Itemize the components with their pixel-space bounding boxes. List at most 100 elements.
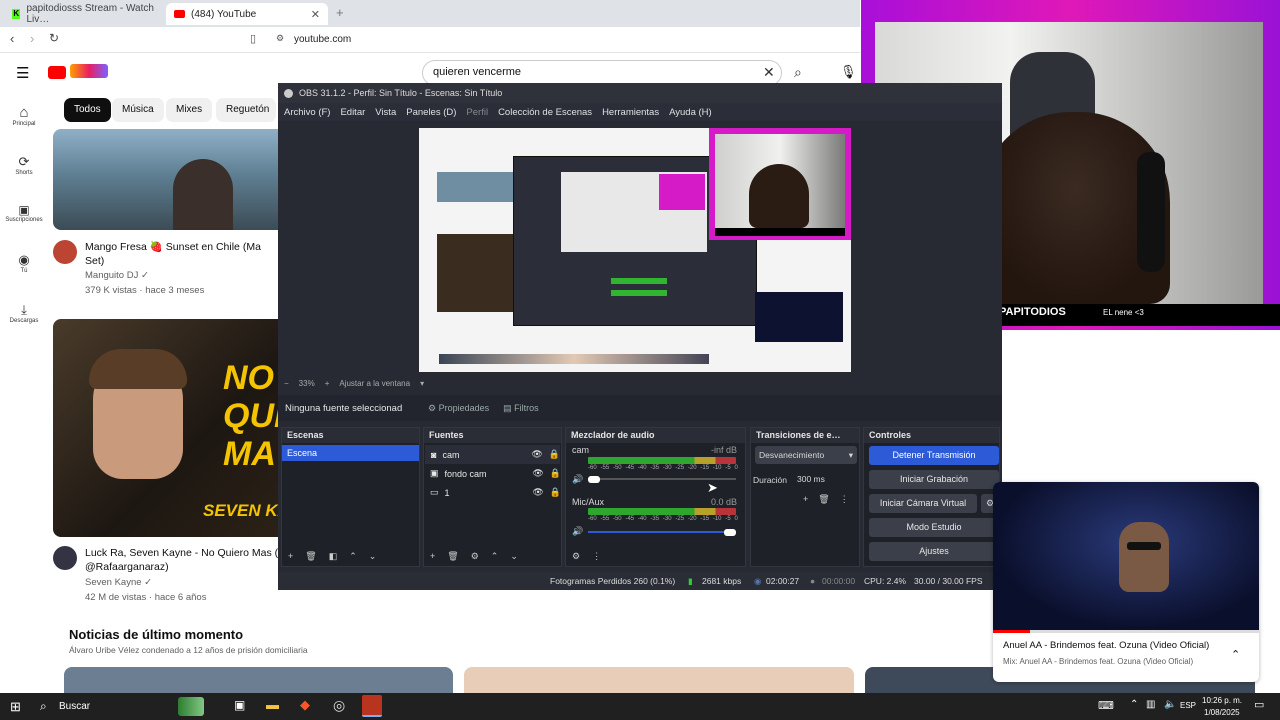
news-thumbnail[interactable] (64, 667, 453, 693)
chevron-up-icon[interactable]: ⌃ (1231, 648, 1240, 661)
up-icon[interactable]: ⌃ (491, 551, 499, 562)
source-item[interactable]: ▭ 1 👁 🔒 (424, 483, 561, 502)
windows-start-icon[interactable]: ⊞ (10, 699, 21, 715)
zoom-out-icon[interactable]: − (284, 379, 289, 388)
source-item[interactable]: ◙ cam 👁 🔒 (425, 445, 560, 464)
chip-todos[interactable]: Todos (64, 98, 111, 122)
notifications-icon[interactable]: ▭ (1254, 698, 1264, 711)
filters-button[interactable]: ▤ Filtros (503, 403, 539, 414)
fit-dropdown-icon[interactable]: ▾ (420, 379, 424, 388)
menu-archivo[interactable]: Archivo (F) (284, 107, 330, 118)
new-tab-icon[interactable]: + (336, 5, 344, 20)
menu-herramientas[interactable]: Herramientas (602, 107, 659, 118)
language-indicator[interactable]: ESP (1180, 701, 1196, 710)
video-title[interactable]: Luck Ra, Seven Kayne - No Quiero Mas (@R… (85, 546, 280, 574)
gear-icon[interactable]: ⚙ (471, 551, 479, 562)
up-icon[interactable]: ⌃ (349, 551, 357, 562)
video-title[interactable]: Mango Fresa 🍓 Sunset en Chile (Ma Set) (85, 240, 280, 268)
browser-tab-kick[interactable]: K papitodiosss Stream - Watch Liv… (4, 3, 164, 25)
network-icon[interactable]: ▥ (1146, 699, 1155, 710)
menu-vista[interactable]: Vista (375, 107, 396, 118)
brave-icon[interactable]: ◆ (300, 697, 310, 713)
trash-icon[interactable]: 🗑 (818, 494, 829, 505)
eye-icon[interactable]: 👁 (532, 487, 543, 498)
speaker-icon[interactable]: 🔊 (572, 526, 583, 537)
back-icon[interactable]: ‹ (10, 31, 14, 46)
more-icon[interactable]: ⋮ (840, 494, 849, 505)
url-field[interactable]: youtube.com (294, 34, 351, 45)
zoom-in-icon[interactable]: + (325, 379, 330, 388)
search-icon[interactable]: ⌕ (794, 64, 802, 81)
eye-icon[interactable]: 👁 (531, 449, 542, 460)
menu-editar[interactable]: Editar (340, 107, 365, 118)
sidebar-item-downloads[interactable]: ⤓ Descargas (0, 302, 48, 324)
video-thumbnail[interactable]: NOQUIEMA SEVEN KAYNE (53, 319, 278, 537)
search-icon[interactable]: ⌕ (40, 699, 47, 714)
transition-select[interactable]: Desvanecimiento ▾ (755, 446, 857, 464)
channel-avatar[interactable] (53, 240, 77, 264)
music-video[interactable] (993, 482, 1259, 630)
task-view-icon[interactable]: ▣ (234, 698, 245, 712)
sidebar-item-subscriptions[interactable]: ▣ Suscripciones (0, 203, 48, 223)
menu-paneles[interactable]: Paneles (D) (406, 107, 456, 118)
video-thumbnail[interactable] (53, 129, 278, 230)
channel-name[interactable]: Manguito DJ ✓ (85, 270, 149, 281)
reload-icon[interactable]: ↻ (49, 31, 59, 45)
bookmark-icon[interactable]: ▯ (250, 32, 256, 45)
virtual-camera-button[interactable]: Iniciar Cámara Virtual (869, 494, 977, 513)
obs-preview[interactable] (419, 128, 851, 372)
speaker-icon[interactable]: 🔊 (572, 474, 583, 485)
studio-mode-button[interactable]: Modo Estudio (869, 518, 999, 537)
taskbar-search[interactable]: Buscar (59, 701, 90, 712)
eye-icon[interactable]: 👁 (532, 468, 543, 479)
menu-ayuda[interactable]: Ayuda (H) (669, 107, 712, 118)
more-icon[interactable]: ⋮ (592, 551, 601, 562)
add-icon[interactable]: + (288, 551, 293, 562)
trash-icon[interactable]: 🗑 (447, 551, 458, 562)
trash-icon[interactable]: 🗑 (305, 551, 316, 562)
site-info-icon[interactable]: ⚙ (276, 33, 284, 44)
sidebar-item-shorts[interactable]: ⟳ Shorts (0, 154, 48, 176)
duration-field[interactable]: 300 ms (795, 471, 845, 488)
sidebar-item-you[interactable]: ◉ Tú (0, 252, 48, 274)
mic-icon[interactable]: 🎙 (840, 64, 857, 80)
gear-icon[interactable]: ⚙ (572, 551, 580, 562)
down-icon[interactable]: ⌄ (510, 551, 518, 562)
widgets-icon[interactable] (178, 697, 204, 716)
forward-icon[interactable]: › (30, 31, 34, 46)
clear-search-icon[interactable]: ✕ (763, 64, 775, 81)
volume-slider[interactable] (588, 529, 736, 536)
obs-app-icon[interactable]: ◎ (333, 697, 345, 714)
lock-icon[interactable]: 🔒 (550, 487, 561, 498)
down-icon[interactable]: ⌄ (369, 551, 377, 562)
settings-button[interactable]: Ajustes (869, 542, 999, 561)
clock-date[interactable]: 1/08/2025 (1204, 708, 1240, 717)
browser-tab-youtube[interactable]: (484) YouTube ✕ (166, 3, 328, 25)
clock-time[interactable]: 10:26 p. m. (1202, 696, 1242, 705)
lock-icon[interactable]: 🔒 (549, 449, 560, 460)
chevron-up-icon[interactable]: ⌃ (1130, 699, 1138, 710)
news-thumbnail[interactable] (464, 667, 854, 693)
source-item[interactable]: ▣ fondo cam 👁 🔒 (424, 464, 561, 483)
add-icon[interactable]: + (803, 494, 808, 505)
menu-icon[interactable]: ☰ (16, 64, 29, 82)
chip-mixes[interactable]: Mixes (166, 98, 213, 122)
start-recording-button[interactable]: Iniciar Grabación (869, 470, 999, 489)
youtube-logo[interactable] (48, 66, 66, 79)
progress-bar[interactable] (993, 630, 1259, 633)
lock-icon[interactable]: 🔒 (550, 468, 561, 479)
add-icon[interactable]: + (430, 551, 435, 562)
volume-icon[interactable]: 🔈 (1164, 699, 1176, 710)
app-icon[interactable] (362, 695, 382, 717)
file-explorer-icon[interactable]: ▬ (266, 697, 279, 712)
scene-item[interactable]: Escena (282, 445, 419, 461)
channel-avatar[interactable] (53, 546, 77, 570)
fit-window-button[interactable]: Ajustar a la ventana (339, 379, 410, 388)
close-icon[interactable]: ✕ (311, 8, 320, 21)
stop-stream-button[interactable]: Detener Transmisión (869, 446, 999, 465)
properties-button[interactable]: ⚙ Propiedades (428, 403, 489, 414)
chip-musica[interactable]: Música (112, 98, 164, 122)
menu-colecciones[interactable]: Colección de Escenas (498, 107, 592, 118)
channel-name[interactable]: Seven Kayne ✓ (85, 577, 152, 588)
sidebar-item-home[interactable]: ⌂ Principal (0, 104, 48, 127)
